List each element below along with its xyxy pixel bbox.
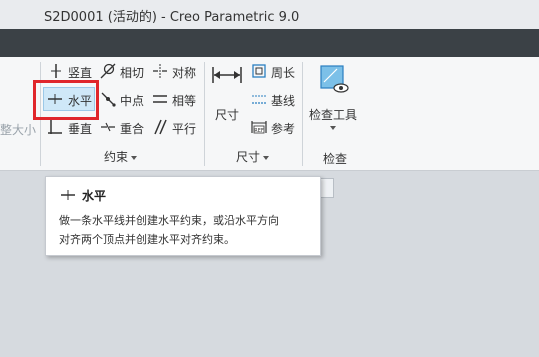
baseline-label: 基线	[271, 94, 296, 108]
perpendicular-constraint-icon	[48, 120, 62, 134]
dimension-icon	[212, 67, 242, 83]
parallel-constraint-icon	[154, 119, 167, 135]
chevron-down-icon	[330, 126, 336, 130]
dimension-group-label: 尺寸	[236, 150, 261, 164]
equal-label: 相等	[172, 94, 197, 108]
horizontal-constraint-icon	[61, 190, 75, 200]
midpoint-label: 中点	[120, 94, 145, 108]
vertical-label: 竖直	[68, 66, 93, 80]
midpoint-constraint-icon	[101, 92, 116, 107]
tooltip-description-line1: 做一条水平线并创建水平约束，或沿水平方向	[59, 214, 279, 227]
constraints-group-menu[interactable]: 约束	[104, 148, 138, 165]
perimeter-label: 周长	[271, 66, 296, 80]
title-bar: S2D0001 (活动的) - Creo Parametric 9.0	[0, 0, 539, 29]
perpendicular-label: 垂直	[68, 122, 93, 136]
chevron-down-icon	[263, 155, 270, 160]
inspect-tools-label: 检查工具	[309, 108, 358, 122]
coincident-constraint-icon	[101, 122, 115, 132]
tangent-label: 相切	[120, 66, 145, 80]
horizontal-label: 水平	[68, 94, 93, 108]
group-separator	[204, 62, 205, 166]
tooltip-description-line2: 对齐两个顶点并创建水平对齐约束。	[59, 233, 235, 246]
tooltip-title: 水平	[82, 189, 107, 203]
inspect-tools-icon	[320, 65, 349, 93]
group-separator	[302, 62, 303, 166]
coincident-label: 重合	[120, 122, 145, 136]
tooltip: 水平 做一条水平线并创建水平约束，或沿水平方向 对齐两个顶点并创建水平对齐约束。	[45, 176, 321, 256]
dimension-group-menu[interactable]: 尺寸	[236, 148, 270, 165]
tangent-constraint-icon	[100, 63, 116, 79]
inspect-group-label: 检查	[323, 152, 348, 166]
constraints-group-label: 约束	[104, 150, 129, 164]
chevron-down-icon	[131, 155, 138, 160]
perimeter-icon	[252, 64, 266, 78]
parallel-label: 平行	[172, 122, 197, 136]
svg-text:REF: REF	[254, 128, 264, 134]
reference-label: 参考	[271, 122, 296, 136]
baseline-icon	[252, 95, 266, 104]
horizontal-constraint-icon	[48, 94, 62, 104]
dimension-label: 尺寸	[215, 108, 240, 122]
ribbon-tab-strip	[0, 29, 539, 57]
resize-label: 整大小	[0, 123, 37, 137]
symmetric-constraint-icon	[153, 64, 167, 78]
equal-constraint-icon	[153, 95, 167, 103]
vertical-constraint-icon	[51, 64, 61, 78]
symmetric-label: 对称	[172, 66, 197, 80]
reference-dimension-icon: REF	[251, 121, 267, 134]
window-title: S2D0001 (活动的) - Creo Parametric 9.0	[44, 10, 300, 25]
